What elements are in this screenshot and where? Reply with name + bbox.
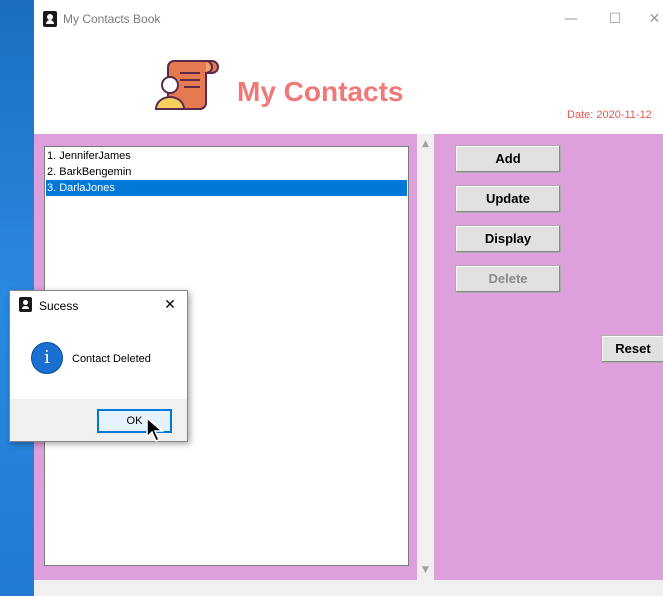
scroll-up-icon[interactable]: ▲ [417, 136, 434, 152]
contact-book-icon [19, 297, 32, 312]
contact-scroll-icon [154, 60, 219, 110]
display-button[interactable]: Display [455, 225, 561, 253]
delete-button[interactable]: Delete [455, 265, 561, 293]
scroll-down-icon[interactable]: ▼ [417, 562, 434, 578]
minimize-button[interactable]: — [558, 8, 584, 30]
list-item[interactable]: 1. JenniferJames [46, 148, 407, 164]
dialog-title-bar[interactable]: Sucess ✕ [10, 291, 187, 319]
reset-button[interactable]: Reset [601, 335, 663, 363]
actions-panel: Add Update Display Delete Reset [434, 134, 663, 580]
window-title: My Contacts Book [63, 12, 161, 26]
add-button[interactable]: Add [455, 145, 561, 173]
maximize-button[interactable]: ☐ [602, 8, 628, 30]
list-item-selected[interactable]: 3. DarlaJones [46, 180, 407, 196]
list-item[interactable]: 2. BarkBengemin [46, 164, 407, 180]
title-bar[interactable]: My Contacts Book — ☐ ✕ [34, 0, 663, 38]
close-button[interactable]: ✕ [646, 8, 663, 30]
dialog-message: Contact Deleted [72, 353, 151, 365]
mouse-cursor-icon [146, 417, 165, 443]
info-icon: i [31, 342, 63, 374]
window-bottom-edge [34, 580, 663, 596]
update-button[interactable]: Update [455, 185, 561, 213]
contact-book-icon [43, 11, 57, 27]
app-heading: My Contacts [237, 76, 404, 107]
dialog-close-button[interactable]: ✕ [160, 295, 180, 315]
header: My Contacts Date: 2020-11-12 [34, 38, 663, 134]
vertical-scrollbar[interactable]: ▲ ▼ [417, 134, 434, 580]
date-label: Date: 2020-11-12 [567, 109, 652, 121]
dialog-body: i Contact Deleted [10, 319, 187, 399]
dialog-title: Sucess [39, 299, 79, 313]
